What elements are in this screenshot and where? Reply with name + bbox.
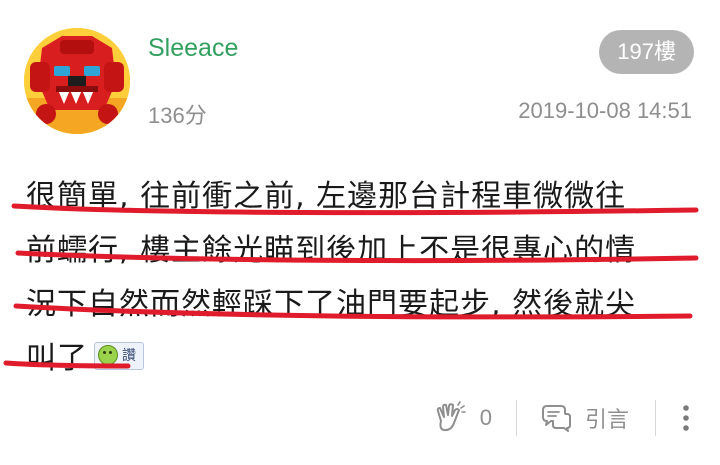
user-avatar[interactable]	[24, 28, 130, 134]
user-score: 136分	[148, 103, 207, 128]
content-line: 很簡單, 往前衝之前, 左邊那台計程車微微往	[26, 179, 627, 214]
like-count: 0	[479, 405, 492, 430]
content-line-last: 叫了 讚	[26, 332, 706, 386]
smiley-face-icon	[98, 344, 118, 365]
post-action-bar: 0 引言	[432, 396, 720, 440]
post-timestamp: 2019-10-08 14:51	[518, 98, 692, 123]
content-line: 前蠕行, 樓主餘光瞄到後加上不是很專心的情	[26, 233, 637, 268]
username-link[interactable]: Sleeace	[148, 34, 238, 63]
clap-hands-icon	[432, 401, 466, 435]
like-emoji-sticker: 讚	[94, 341, 144, 370]
vertical-dots-icon	[682, 403, 690, 433]
quote-label: 引言	[584, 407, 629, 432]
emoji-label: 讚	[122, 347, 137, 364]
content-line: 況下自然而然輕踩下了油門要起步, 然後就尖	[26, 287, 637, 322]
like-button[interactable]: 0	[432, 401, 516, 435]
more-options-button[interactable]	[656, 403, 720, 433]
quote-button[interactable]: 引言	[517, 402, 655, 434]
speech-bubble-icon	[539, 402, 573, 434]
post-content: 很簡單, 往前衝之前, 左邊那台計程車微微往 前蠕行, 樓主餘光瞄到後加上不是很…	[26, 170, 706, 386]
floor-badge[interactable]: 197樓	[599, 30, 694, 74]
content-line-text: 叫了	[26, 341, 88, 376]
forum-post: Sleeace 136分 197樓 2019-10-08 14:51 很簡單, …	[0, 0, 720, 465]
